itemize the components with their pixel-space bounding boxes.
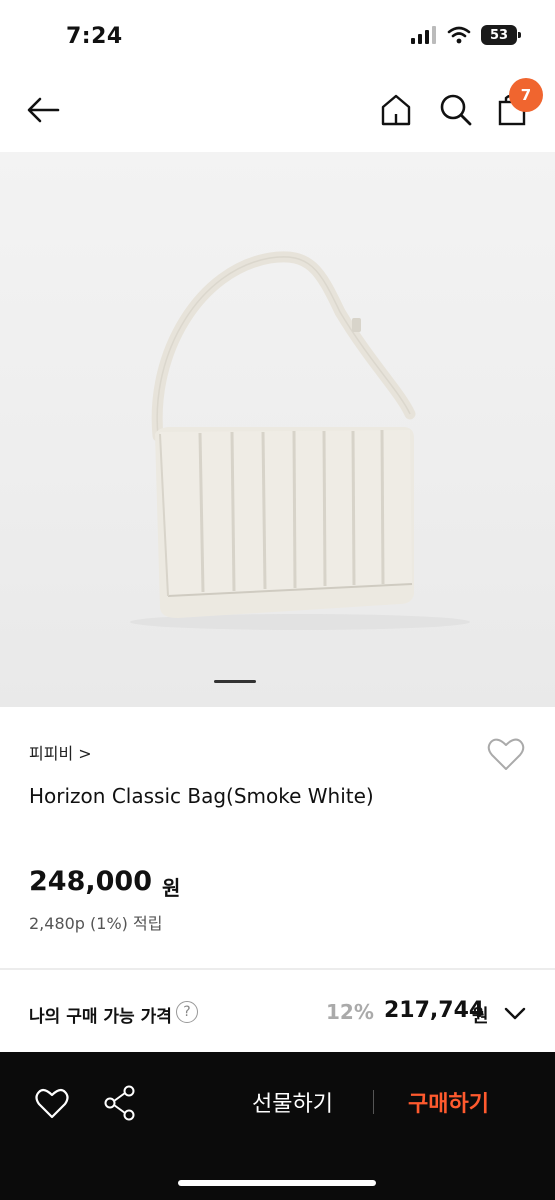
status-bar: 7:24 53 — [0, 0, 555, 72]
discount-rate: 12% — [326, 1000, 374, 1024]
section-divider — [0, 968, 555, 970]
points-info: 2,480p (1%) 적립 — [29, 914, 163, 933]
wifi-icon — [447, 26, 471, 44]
heart-icon[interactable] — [486, 736, 526, 772]
home-indicator — [178, 1180, 376, 1186]
bag-image — [130, 251, 470, 630]
brand-link[interactable]: 피피비 > — [29, 740, 92, 764]
arrow-left-icon[interactable] — [24, 90, 64, 130]
image-page-indicator — [214, 680, 256, 683]
share-icon[interactable] — [102, 1084, 138, 1122]
cart-count-badge: 7 — [509, 78, 543, 112]
chevron-down-icon[interactable] — [502, 1002, 528, 1024]
search-icon[interactable] — [436, 90, 476, 130]
gift-button[interactable]: 선물하기 — [252, 1086, 333, 1118]
signal-icon — [411, 26, 436, 44]
home-icon[interactable] — [376, 90, 416, 130]
battery-level: 53 — [489, 27, 509, 43]
my-price-unit: 원 — [472, 1006, 489, 1027]
product-image[interactable] — [0, 152, 555, 707]
button-separator — [373, 1090, 374, 1114]
my-price-value: 217,744 — [384, 998, 485, 1023]
top-nav — [0, 72, 555, 152]
status-icons: 53 — [411, 25, 521, 45]
help-icon[interactable]: ? — [176, 1001, 198, 1023]
status-time: 7:24 — [66, 24, 123, 49]
product-price: 248,000 — [29, 866, 152, 897]
my-price-label: 나의 구매 가능 가격 — [29, 1007, 172, 1027]
buy-button[interactable]: 구매하기 — [408, 1086, 489, 1118]
heart-icon[interactable] — [34, 1086, 70, 1120]
bottom-action-bar: 선물하기 구매하기 — [0, 1052, 555, 1200]
battery-icon: 53 — [481, 25, 521, 45]
price-unit: 원 — [162, 876, 181, 900]
product-name: Horizon Classic Bag(Smoke White) — [29, 784, 374, 808]
